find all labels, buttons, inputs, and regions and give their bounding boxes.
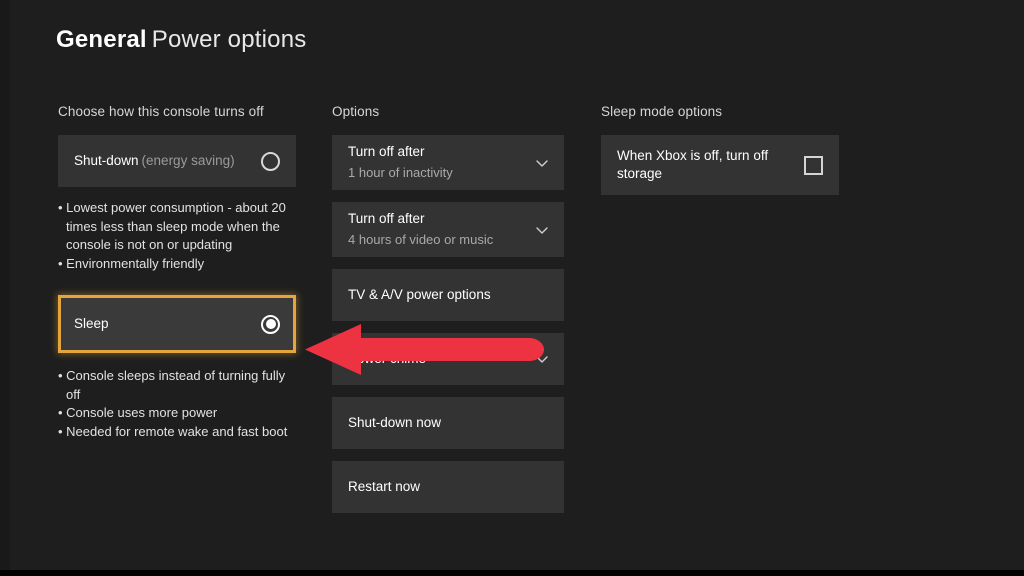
chevron-down-icon[interactable] xyxy=(534,155,550,171)
option-turn-off-after-inactivity[interactable]: Turn off after 1 hour of inactivity xyxy=(332,135,564,190)
shut-down-now-button[interactable]: Shut-down now xyxy=(332,397,564,449)
list-item: Console uses more power xyxy=(58,404,294,423)
sleep-description-list: Console sleeps instead of turning fully … xyxy=(58,367,294,441)
power-option-shutdown-suffix: (energy saving) xyxy=(141,152,235,168)
power-option-shutdown-title: Shut-down xyxy=(74,152,139,168)
option-turn-off-storage[interactable]: When Xbox is off, turn off storage xyxy=(601,135,839,195)
list-item: Needed for remote wake and fast boot xyxy=(58,423,294,442)
page-title-bold: General xyxy=(56,26,147,53)
right-column-heading: Sleep mode options xyxy=(601,104,723,119)
option-value: 4 hours of video or music xyxy=(348,232,494,247)
option-power-chime[interactable]: Power chime xyxy=(332,333,564,385)
middle-column-heading: Options xyxy=(332,104,380,119)
power-option-shutdown-label: Shut-down (energy saving) xyxy=(74,153,235,170)
option-title: Power chime xyxy=(348,351,427,367)
chevron-down-icon[interactable] xyxy=(534,351,550,367)
column-sleep-mode-options: Sleep mode options When Xbox is off, tur… xyxy=(601,104,839,207)
option-turn-off-after-inactivity-text: Turn off after 1 hour of inactivity xyxy=(348,143,453,182)
option-title: TV & A/V power options xyxy=(348,287,491,303)
radio-unselected-icon[interactable] xyxy=(261,151,280,171)
option-title: Shut-down now xyxy=(348,415,442,431)
option-title: Restart now xyxy=(348,479,421,495)
list-item: Environmentally friendly xyxy=(58,255,294,274)
shut-down-now-text: Shut-down now xyxy=(348,416,441,430)
option-tv-av-text: TV & A/V power options xyxy=(348,288,491,302)
list-item: Lowest power consumption - about 20 time… xyxy=(58,199,294,255)
power-option-sleep-label: Sleep xyxy=(74,316,109,333)
left-column-heading: Choose how this console turns off xyxy=(58,104,264,119)
screen-left-edge xyxy=(0,0,10,576)
screen-bottom-edge xyxy=(0,570,1024,576)
page-title-rest: Power options xyxy=(151,26,307,53)
option-tv-av-power-options[interactable]: TV & A/V power options xyxy=(332,269,564,321)
column-options: Options Turn off after 1 hour of inactiv… xyxy=(332,104,564,525)
power-option-shutdown[interactable]: Shut-down (energy saving) xyxy=(58,135,296,187)
shutdown-description-list: Lowest power consumption - about 20 time… xyxy=(58,199,294,273)
page-title: General Power options xyxy=(56,26,306,54)
xbox-power-options-screen: General Power options Choose how this con… xyxy=(0,0,1024,576)
option-turn-off-after-video-text: Turn off after 4 hours of video or music xyxy=(348,210,493,249)
chevron-down-icon[interactable] xyxy=(534,222,550,238)
option-title: Turn off after xyxy=(348,211,425,226)
restart-now-button[interactable]: Restart now xyxy=(332,461,564,513)
option-turn-off-after-video[interactable]: Turn off after 4 hours of video or music xyxy=(332,202,564,257)
radio-selected-icon[interactable] xyxy=(261,314,280,334)
power-option-sleep-title: Sleep xyxy=(74,315,109,331)
restart-now-text: Restart now xyxy=(348,480,420,494)
option-power-chime-text: Power chime xyxy=(348,352,426,366)
list-item: Console sleeps instead of turning fully … xyxy=(58,367,294,404)
column-choose-how-console-turns-off: Choose how this console turns off Shut-d… xyxy=(58,104,296,441)
option-title: Turn off after xyxy=(348,144,425,159)
option-turn-off-storage-label: When Xbox is off, turn off storage xyxy=(617,148,769,181)
checkbox-unchecked-icon[interactable] xyxy=(804,155,823,175)
power-option-sleep[interactable]: Sleep xyxy=(58,295,296,353)
option-value: 1 hour of inactivity xyxy=(348,165,453,180)
